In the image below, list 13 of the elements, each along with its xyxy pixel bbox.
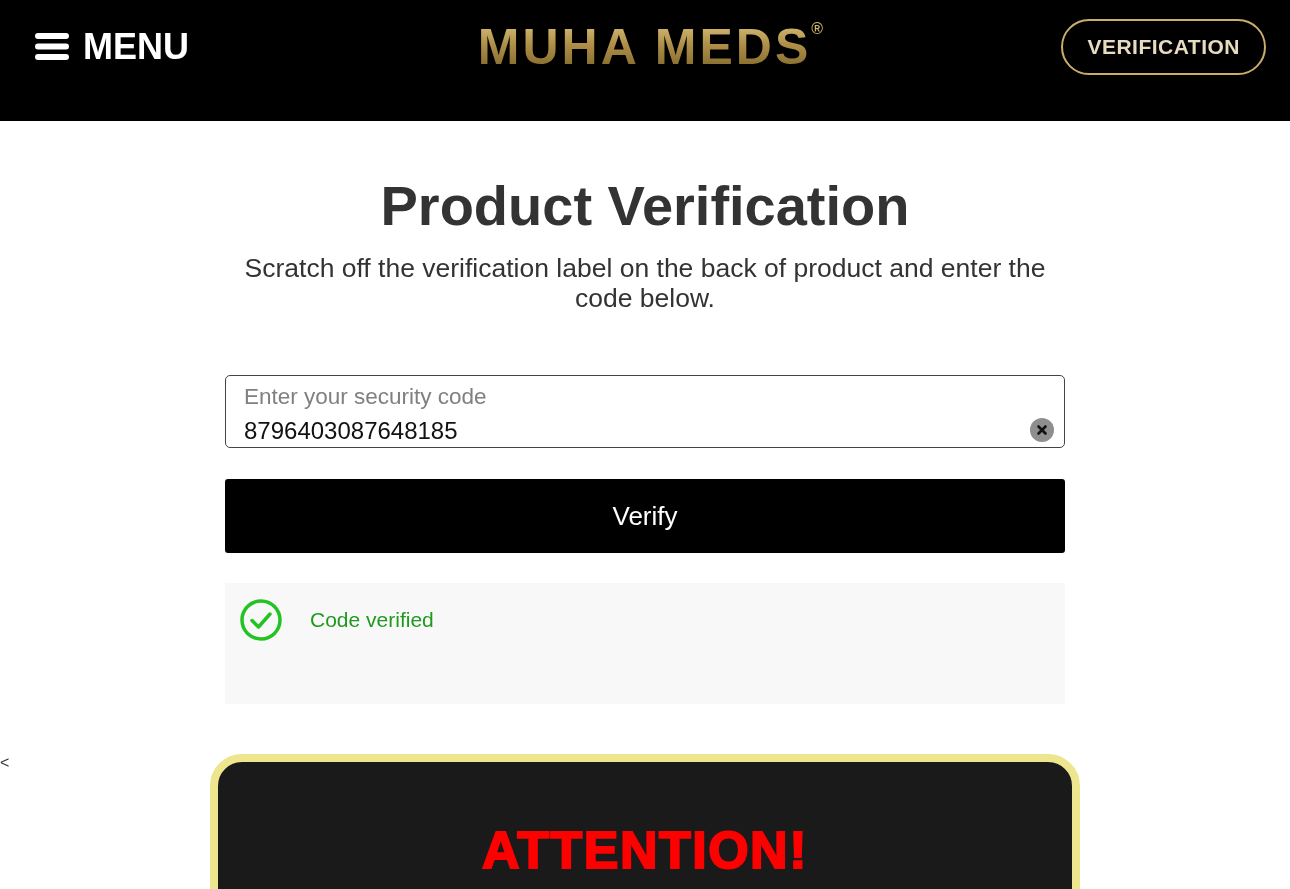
verify-button[interactable]: Verify — [225, 479, 1065, 553]
security-code-field[interactable]: Enter your security code 8796403087648185 — [225, 375, 1065, 448]
security-code-input[interactable]: 8796403087648185 — [244, 415, 1030, 445]
result-message: Code verified — [310, 607, 434, 633]
field-label: Enter your security code — [244, 383, 488, 411]
clear-icon[interactable] — [1030, 417, 1054, 442]
previous-arrow[interactable]: < — [0, 754, 10, 772]
page-title: Product Verification — [379, 173, 911, 239]
attention-title: ATTENTION! — [482, 822, 808, 878]
menu-button[interactable]: MENU — [35, 25, 189, 68]
verification-button[interactable]: VERIFICATION — [1061, 18, 1266, 75]
menu-icon[interactable] — [35, 33, 69, 60]
instructions-text: Scratch off the verification label on the back of product and enter the code below. — [243, 253, 1047, 313]
